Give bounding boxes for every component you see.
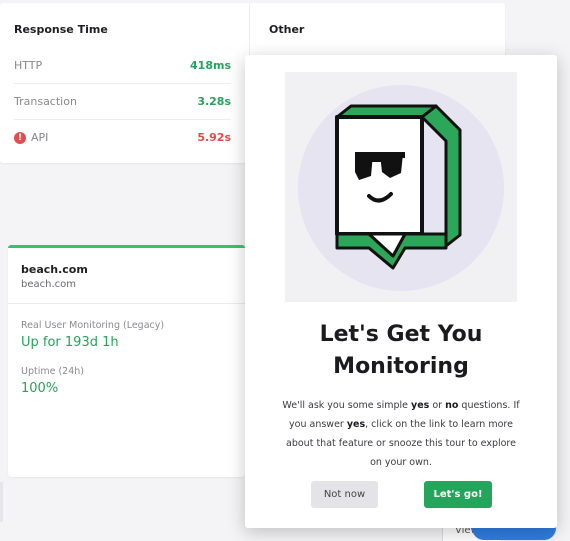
- divider: [8, 303, 245, 304]
- metric-row-transaction[interactable]: Transaction 3.28s: [14, 83, 231, 119]
- metric-label-group: ! API: [14, 131, 48, 144]
- monitor-url: beach.com: [21, 279, 76, 290]
- uptime-label: Uptime (24h): [21, 366, 84, 377]
- mascot-illustration: [335, 104, 462, 270]
- alert-circle-icon: !: [14, 131, 26, 144]
- body-text: We'll ask you some simple: [282, 400, 412, 411]
- illustration-panel: [285, 72, 517, 302]
- monitor-name[interactable]: beach.com: [21, 263, 88, 276]
- background-card-edge: [0, 482, 3, 522]
- response-time-title: Response Time: [14, 23, 108, 36]
- dialog-title-line1: Let's Get You: [319, 322, 483, 347]
- dialog-title: Let's Get You Monitoring: [245, 319, 557, 383]
- dialog-title-line2: Monitoring: [333, 354, 469, 379]
- rum-value: Up for 193d 1h: [21, 335, 119, 350]
- metric-value: 3.28s: [197, 95, 231, 108]
- metric-row-http[interactable]: HTTP 418ms: [14, 47, 231, 83]
- metric-label: Transaction: [14, 95, 77, 108]
- body-no: no: [445, 400, 459, 411]
- metric-value: 5.92s: [197, 131, 231, 144]
- other-title: Other: [269, 23, 305, 36]
- metric-label: HTTP: [14, 58, 43, 72]
- metric-value: 418ms: [190, 58, 231, 72]
- monitor-card[interactable]: beach.com beach.com Real User Monitoring…: [8, 245, 245, 477]
- not-now-button[interactable]: Not now: [311, 481, 378, 508]
- lets-go-button[interactable]: Let's go!: [424, 481, 492, 508]
- dialog-body: We'll ask you some simple yes or no ques…: [281, 396, 521, 472]
- uptime-value: 100%: [21, 381, 59, 396]
- body-yes: yes: [411, 400, 430, 411]
- onboarding-dialog: Let's Get You Monitoring We'll ask you s…: [245, 55, 557, 528]
- body-text: or: [429, 400, 446, 411]
- metric-label: API: [31, 131, 49, 144]
- metric-row-api[interactable]: ! API 5.92s: [14, 119, 231, 155]
- rum-label: Real User Monitoring (Legacy): [21, 320, 165, 331]
- response-time-panel: Response Time HTTP 418ms Transaction 3.2…: [0, 3, 250, 163]
- body-yes: yes: [346, 419, 366, 430]
